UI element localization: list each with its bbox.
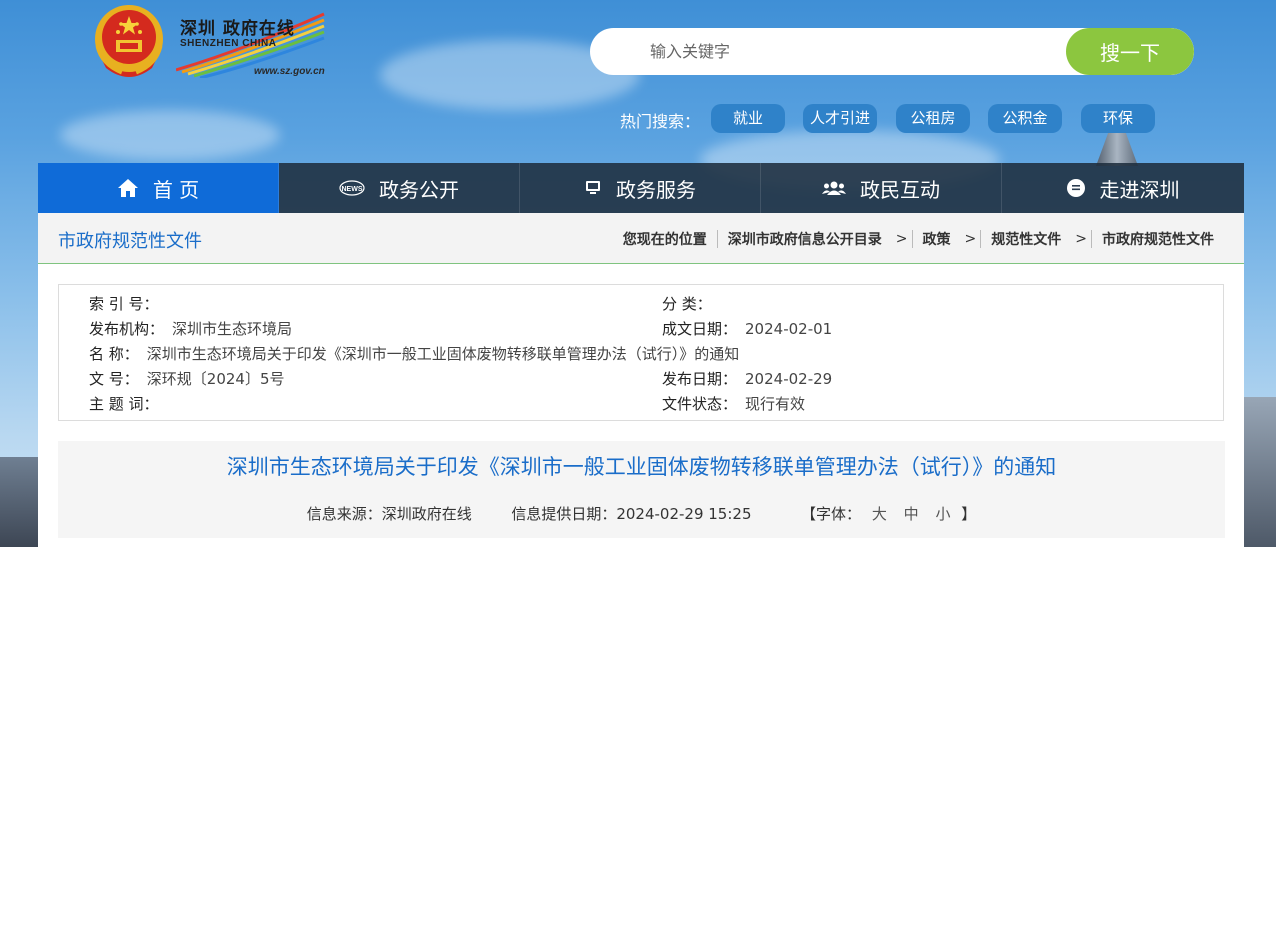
breadcrumb: 您现在的位置 深圳市政府信息公开目录 > 政策 > 规范性文件 > 市政府规范性…	[623, 229, 1214, 249]
meta-label: 文件状态：	[662, 395, 738, 413]
site-logo[interactable]: 深圳 政府在线 SHENZHEN CHINA www.sz.gov.cn	[176, 12, 326, 78]
meta-label: 发布日期：	[662, 370, 738, 388]
font-size-large-button[interactable]: 大	[872, 503, 887, 524]
search-button[interactable]: 搜一下	[1066, 28, 1194, 75]
nav-item-label: 首 页	[152, 177, 200, 202]
logo-english-text: SHENZHEN CHINA	[180, 38, 277, 49]
nav-item-home[interactable]: 首 页	[38, 163, 279, 213]
meta-label: 文 号：	[89, 370, 139, 388]
content-panel: 市政府规范性文件 您现在的位置 深圳市政府信息公开目录 > 政策 > 规范性文件…	[38, 213, 1244, 547]
font-size-label-close: 】	[961, 505, 977, 523]
hot-tag-public-housing[interactable]: 公租房	[896, 104, 970, 133]
nav-item-gov-affairs-open[interactable]: NEWS 政务公开	[279, 163, 520, 213]
cloud-decoration	[60, 110, 280, 160]
breadcrumb-separator: >	[1075, 231, 1087, 247]
meta-value: 深环规〔2024〕5号	[146, 370, 285, 388]
meta-label: 索 引 号：	[89, 295, 159, 313]
nav-item-label: 走进深圳	[1099, 177, 1180, 202]
hot-tag-talent[interactable]: 人才引进	[803, 104, 877, 133]
svg-text:NEWS: NEWS	[342, 186, 363, 193]
font-size-label: 【字体：	[801, 505, 862, 523]
font-size-medium-button[interactable]: 中	[904, 503, 919, 524]
search-input[interactable]	[650, 28, 1050, 75]
news-icon: NEWS	[339, 180, 365, 196]
logo-chinese-text: 深圳 政府在线	[180, 19, 295, 39]
breadcrumb-item[interactable]: 规范性文件	[991, 229, 1061, 249]
font-size-small-button[interactable]: 小	[935, 503, 950, 524]
nav-item-gov-services[interactable]: 政务服务	[520, 163, 761, 213]
breadcrumb-item[interactable]: 深圳市政府信息公开目录	[728, 229, 882, 249]
meta-index-no: 索 引 号：	[89, 293, 167, 314]
meta-status: 文件状态： 现行有效	[662, 393, 805, 414]
document-header: 深圳市生态环境局关于印发《深圳市一般工业固体废物转移联单管理办法（试行）》的通知…	[58, 441, 1225, 538]
monitor-icon	[584, 180, 602, 196]
meta-label: 分 类：	[662, 295, 712, 313]
meta-label: 成文日期：	[662, 320, 738, 338]
nav-item-label: 政民互动	[860, 177, 940, 202]
city-skyline-right	[1242, 397, 1276, 547]
meta-keywords: 主 题 词：	[89, 393, 167, 414]
document-metadata: 索 引 号： 分 类： 发布机构： 深圳市生态环境局 成文日期： 2024-02-0…	[58, 284, 1224, 421]
main-nav: 首 页 NEWS 政务公开 政务服务 政民互动 走进深圳	[38, 163, 1244, 213]
chat-bubble-icon	[1066, 178, 1086, 198]
home-icon	[117, 178, 139, 198]
meta-doc-no: 文 号： 深环规〔2024〕5号	[89, 368, 285, 389]
breadcrumb-divider	[911, 230, 913, 248]
hot-search-label: 热门搜索：	[620, 112, 701, 131]
breadcrumb-separator: >	[964, 231, 977, 247]
document-title: 深圳市生态环境局关于印发《深圳市一般工业固体废物转移联单管理办法（试行）》的通知	[226, 455, 1057, 479]
hot-tag-housing-fund[interactable]: 公积金	[988, 104, 1062, 133]
document-provide-date: 信息提供日期：2024-02-29 15:25	[511, 505, 752, 523]
breadcrumb-prefix: 您现在的位置	[622, 232, 707, 248]
nav-item-label: 政务公开	[379, 177, 459, 202]
meta-value: 现行有效	[745, 395, 806, 413]
breadcrumb-divider	[980, 230, 982, 248]
logo-url-text: www.sz.gov.cn	[254, 66, 325, 77]
hot-tag-environment[interactable]: 环保	[1081, 104, 1155, 133]
breadcrumb-item[interactable]: 市政府规范性文件	[1102, 229, 1214, 249]
breadcrumb-separator: >	[895, 231, 908, 247]
city-skyline-left	[0, 457, 40, 547]
meta-value: 深圳市生态环境局关于印发《深圳市一般工业固体废物转移联单管理办法（试行）》的通知	[146, 345, 740, 363]
national-emblem-logo[interactable]	[92, 2, 166, 82]
breadcrumb-divider	[1091, 230, 1092, 248]
document-info: 信息来源：深圳政府在线 信息提供日期：2024-02-29 15:25 【字体：…	[58, 503, 1225, 524]
meta-category: 分 类：	[662, 293, 720, 314]
search-bar: 搜一下	[590, 28, 1194, 75]
people-icon	[822, 180, 846, 196]
section-title[interactable]: 市政府规范性文件	[58, 227, 202, 253]
meta-label: 主 题 词：	[89, 395, 159, 413]
meta-label: 名 称：	[89, 345, 139, 363]
meta-written-date: 成文日期： 2024-02-01	[662, 318, 832, 339]
hot-tag-employment[interactable]: 就业	[711, 104, 785, 133]
document-source: 信息来源：深圳政府在线	[306, 505, 472, 523]
nav-item-interaction[interactable]: 政民互动	[761, 163, 1002, 213]
meta-issuer: 发布机构： 深圳市生态环境局	[89, 318, 292, 339]
section-header: 市政府规范性文件 您现在的位置 深圳市政府信息公开目录 > 政策 > 规范性文件…	[38, 213, 1244, 264]
meta-value: 2024-02-01	[745, 320, 833, 338]
meta-value: 2024-02-29	[745, 370, 833, 388]
nav-item-label: 政务服务	[616, 177, 696, 202]
meta-label: 发布机构：	[89, 320, 165, 338]
breadcrumb-divider	[716, 230, 718, 248]
nav-item-about-shenzhen[interactable]: 走进深圳	[1002, 163, 1243, 213]
breadcrumb-item[interactable]: 政策	[923, 229, 951, 249]
meta-name: 名 称： 深圳市生态环境局关于印发《深圳市一般工业固体废物转移联单管理办法（试行）…	[89, 343, 739, 364]
meta-value: 深圳市生态环境局	[172, 320, 293, 338]
meta-publish-date: 发布日期： 2024-02-29	[662, 368, 832, 389]
